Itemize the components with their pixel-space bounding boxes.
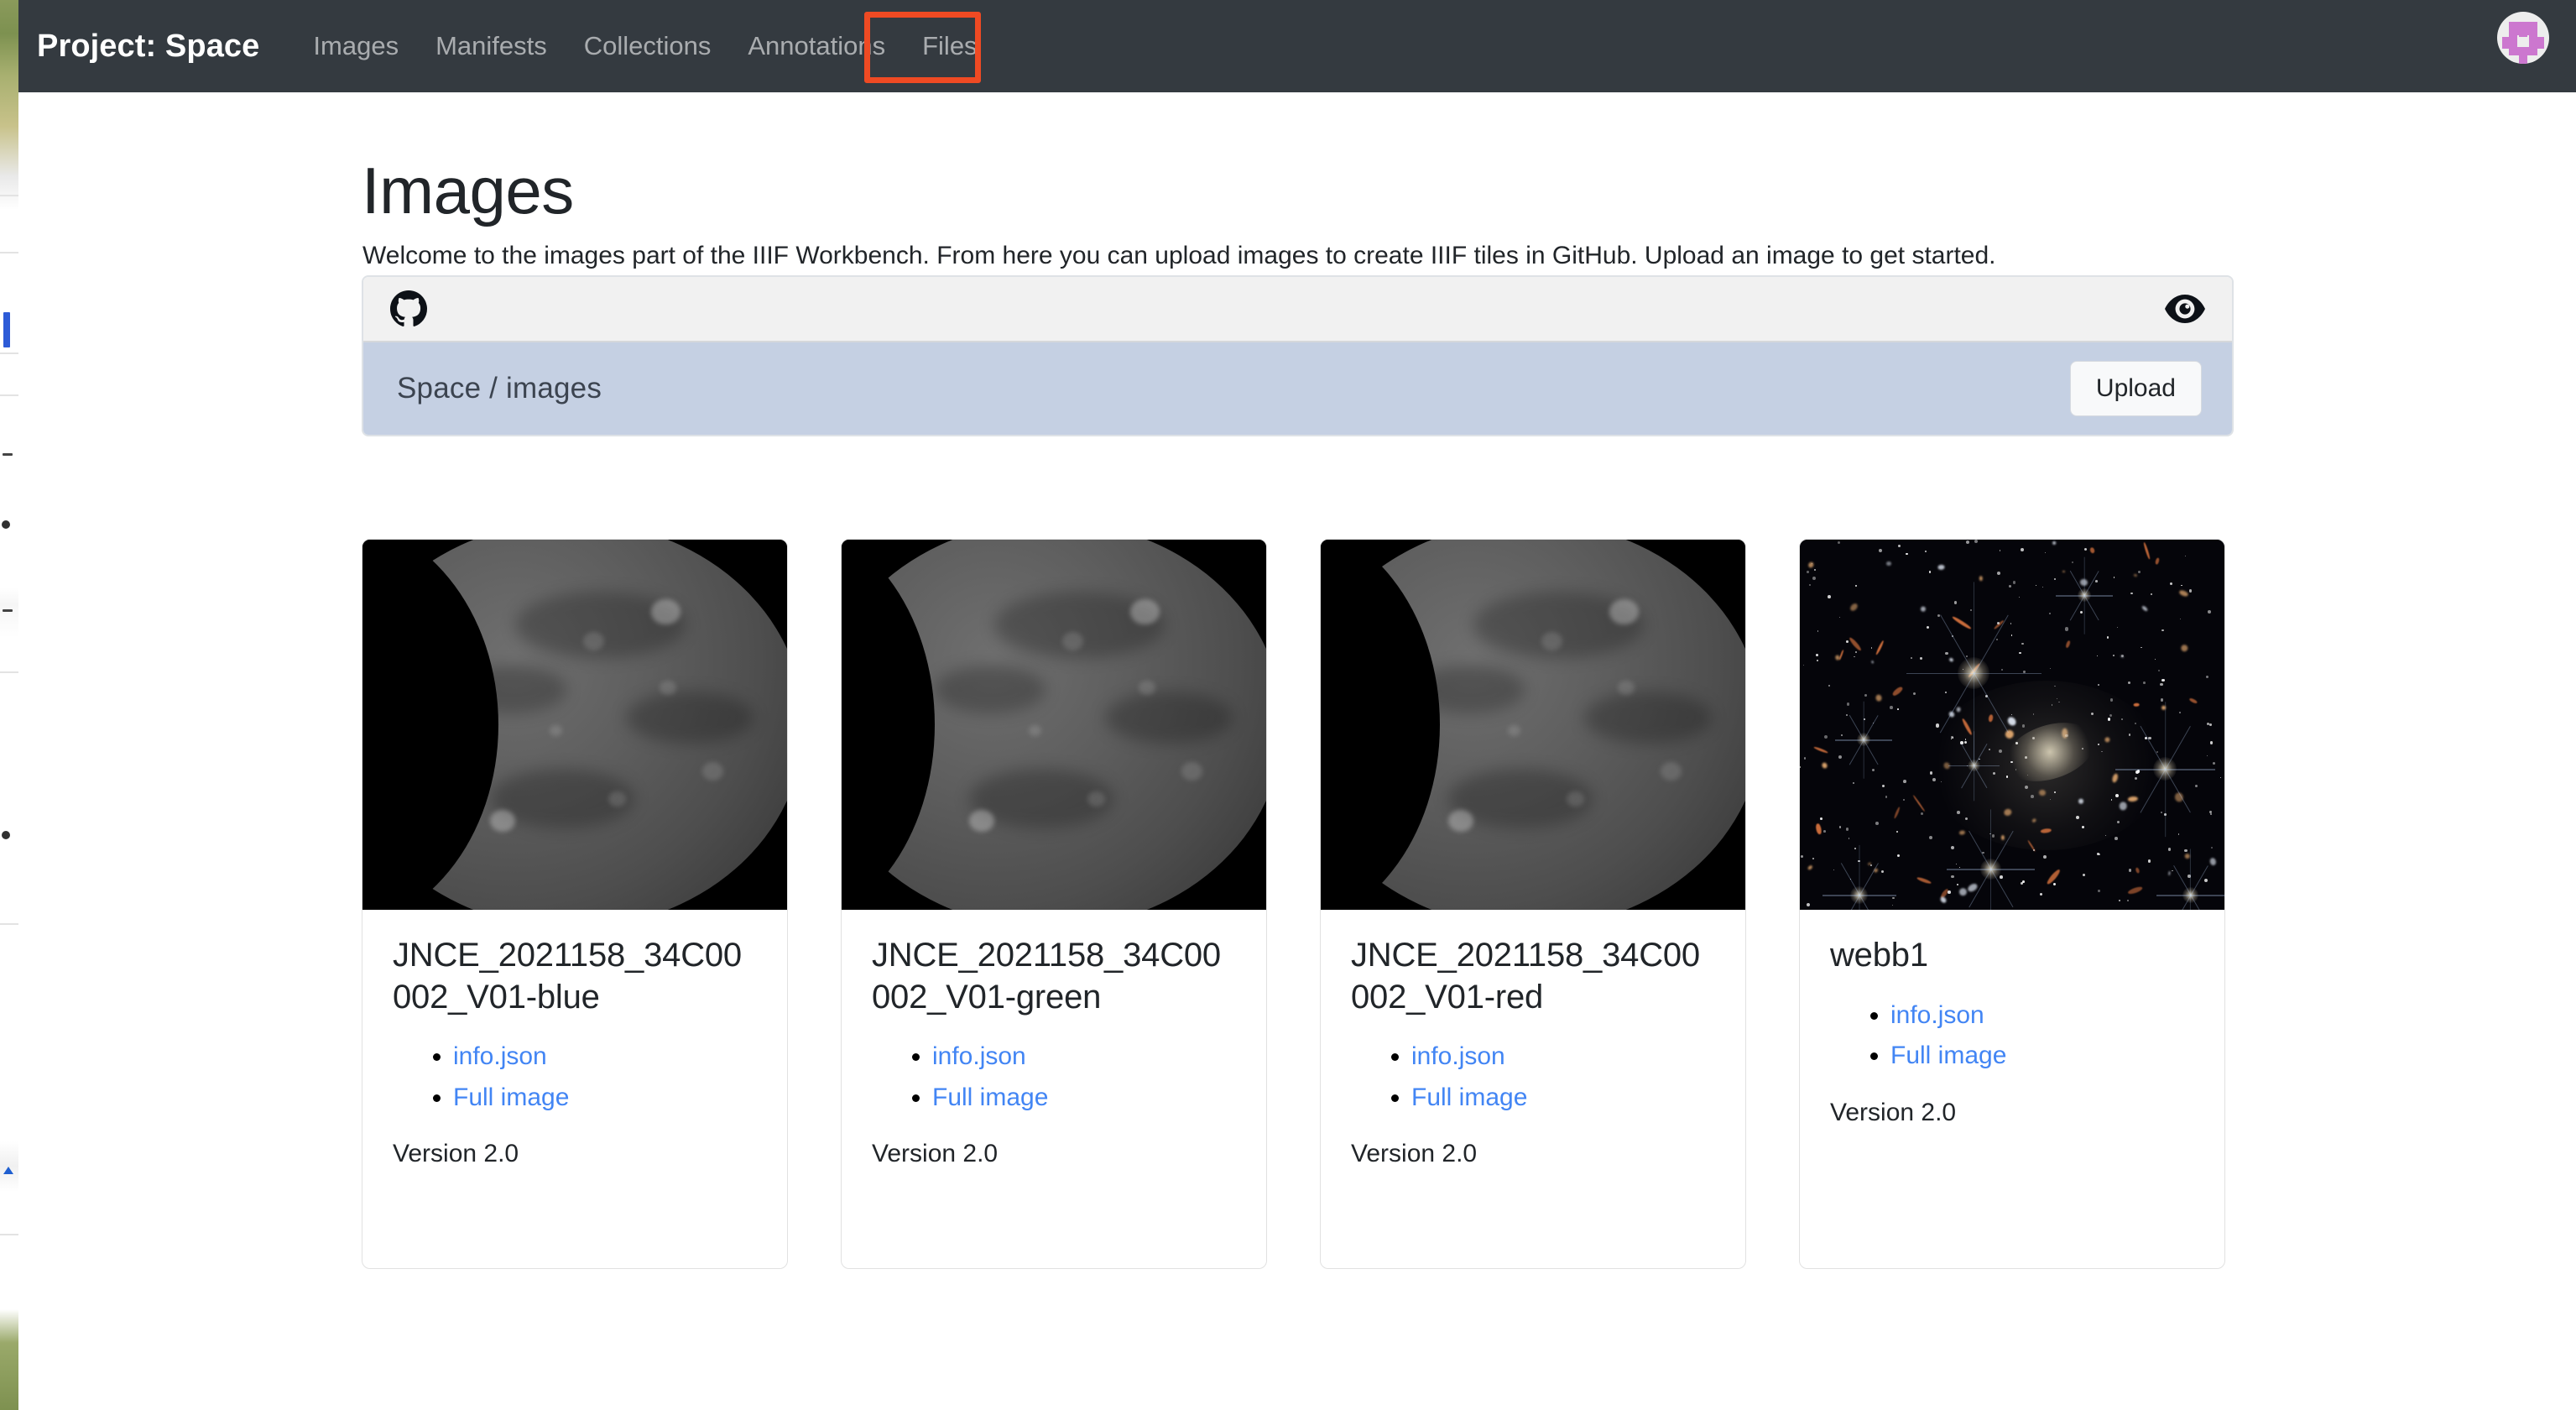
image-title: JNCE_2021158_34C00002_V01-red [1351, 937, 1700, 1016]
list-item: Full image [453, 1078, 757, 1119]
image-links: info.json Full image [872, 1037, 1236, 1118]
image-thumbnail-ganymede[interactable] [1321, 540, 1745, 910]
link-full-image[interactable]: Full image [453, 1084, 569, 1111]
background-window-sliver [0, 0, 18, 1410]
list-item: info.json [1890, 995, 2194, 1037]
image-version: Version 2.0 [1830, 1098, 1957, 1126]
list-item: info.json [1411, 1037, 1715, 1078]
github-octocat-icon [390, 290, 427, 327]
list-item: Full image [1411, 1078, 1715, 1119]
list-item: Full image [1890, 1036, 2194, 1077]
github-repo-bar: Space / images Upload [363, 342, 2232, 435]
image-title: webb1 [1830, 937, 1928, 974]
card-body: webb1 info.json Full image Version 2.0 [1800, 910, 2224, 1144]
nav-link-manifests[interactable]: Manifests [417, 17, 566, 75]
link-info-json[interactable]: info.json [1411, 1042, 1505, 1070]
image-title: JNCE_2021158_34C00002_V01-green [872, 937, 1221, 1016]
image-card-grid: JNCE_2021158_34C00002_V01-blue info.json… [362, 539, 2241, 1269]
nav-link-files[interactable]: Files [904, 17, 995, 75]
image-version: Version 2.0 [393, 1140, 519, 1168]
brand-title: Project: Space [37, 28, 260, 64]
image-version: Version 2.0 [872, 1140, 999, 1168]
link-full-image[interactable]: Full image [1890, 1042, 2006, 1069]
card-body: JNCE_2021158_34C00002_V01-red info.json … [1321, 910, 1745, 1185]
link-info-json[interactable]: info.json [1890, 1001, 1984, 1029]
card-body: JNCE_2021158_34C00002_V01-blue info.json… [362, 910, 787, 1185]
top-navigation-bar: Project: Space Images Manifests Collecti… [18, 0, 2576, 92]
list-item: Full image [932, 1078, 1236, 1119]
page-title: Images [362, 154, 574, 228]
nav-link-images[interactable]: Images [295, 17, 417, 75]
image-thumbnail-jwst-deep-field[interactable] [1800, 540, 2224, 910]
page-description: Welcome to the images part of the IIIF W… [362, 242, 1996, 269]
image-links: info.json Full image [1830, 995, 2194, 1077]
card-body: JNCE_2021158_34C00002_V01-green info.jso… [842, 910, 1266, 1185]
upload-button[interactable]: Upload [2069, 361, 2202, 416]
image-thumbnail-ganymede[interactable] [362, 540, 787, 910]
image-links: info.json Full image [393, 1037, 757, 1118]
image-version: Version 2.0 [1351, 1140, 1478, 1168]
app-window: Project: Space Images Manifests Collecti… [0, 0, 2576, 1410]
list-item: info.json [932, 1037, 1236, 1078]
link-full-image[interactable]: Full image [1411, 1084, 1527, 1111]
image-thumbnail-ganymede[interactable] [842, 540, 1266, 910]
link-full-image[interactable]: Full image [932, 1084, 1048, 1111]
github-repo-panel: Space / images Upload [362, 275, 2234, 436]
link-info-json[interactable]: info.json [932, 1042, 1026, 1070]
image-card[interactable]: JNCE_2021158_34C00002_V01-blue info.json… [362, 539, 788, 1269]
list-item: info.json [453, 1037, 757, 1078]
image-card[interactable]: JNCE_2021158_34C00002_V01-red info.json … [1320, 539, 1746, 1269]
link-info-json[interactable]: info.json [453, 1042, 547, 1070]
nav-links: Images Manifests Collections Annotations… [295, 0, 995, 92]
image-card[interactable]: JNCE_2021158_34C00002_V01-green info.jso… [841, 539, 1267, 1269]
eye-icon[interactable] [2165, 295, 2205, 323]
main-content: Images Welcome to the images part of the… [18, 92, 2576, 1410]
image-card[interactable]: webb1 info.json Full image Version 2.0 [1799, 539, 2225, 1269]
nav-link-annotations[interactable]: Annotations [729, 17, 904, 75]
nav-link-collections[interactable]: Collections [566, 17, 730, 75]
avatar[interactable] [2497, 12, 2549, 64]
image-title: JNCE_2021158_34C00002_V01-blue [393, 937, 742, 1016]
github-panel-header [363, 277, 2232, 342]
repo-breadcrumb: Space / images [397, 372, 602, 405]
image-links: info.json Full image [1351, 1037, 1715, 1118]
